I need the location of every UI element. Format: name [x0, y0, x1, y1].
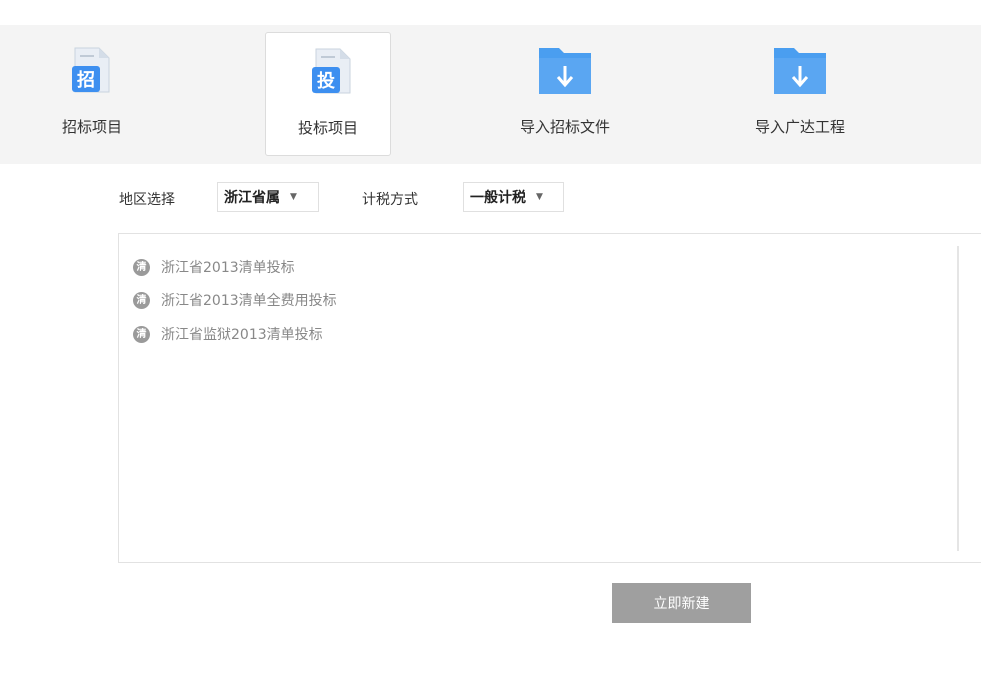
list-item-label: 浙江省2013清单投标 [161, 260, 295, 276]
list-scrollbar[interactable] [957, 246, 959, 551]
tool-import-guangda-project[interactable]: 导入广达工程 [740, 32, 860, 156]
list-item-label: 浙江省监狱2013清单投标 [161, 327, 323, 343]
folder-import-icon [774, 46, 826, 94]
folder-import-icon [539, 46, 591, 94]
create-now-button[interactable]: 立即新建 [612, 583, 751, 623]
filter-bar: 地区选择 浙江省属 ▼ 计税方式 一般计税 ▼ [0, 180, 981, 214]
qing-badge-icon: 清 [133, 325, 150, 343]
tool-bid-invitation-project[interactable]: 招 招标项目 [48, 32, 136, 156]
tool-label: 投标项目 [297, 119, 358, 137]
tax-method-value: 一般计税 [470, 190, 526, 206]
template-list: 清 浙江省2013清单投标 清 浙江省2013清单全费用投标 清 浙江省监狱20… [118, 233, 981, 563]
tool-label: 导入广达工程 [754, 118, 845, 136]
tou-glyph: 投 [317, 70, 335, 92]
chevron-down-icon: ▼ [290, 192, 297, 202]
list-item[interactable]: 清 浙江省2013清单投标 [133, 256, 295, 278]
list-item-label: 浙江省2013清单全费用投标 [161, 293, 337, 309]
qing-badge-icon: 清 [133, 291, 150, 309]
list-item[interactable]: 清 浙江省2013清单全费用投标 [133, 289, 337, 311]
region-value: 浙江省属 [224, 190, 280, 206]
top-toolbar: 招 招标项目 投 投标项目 导入招标文件 导入广达工程 [0, 25, 981, 164]
list-item[interactable]: 清 浙江省监狱2013清单投标 [133, 323, 323, 345]
tax-method-label: 计税方式 [362, 192, 418, 208]
zhao-glyph: 招 [77, 69, 95, 91]
tool-label: 招标项目 [61, 118, 122, 136]
zhao-document-icon: 招 [66, 46, 118, 94]
tool-bid-project[interactable]: 投 投标项目 [265, 32, 391, 156]
chevron-down-icon: ▼ [536, 192, 543, 202]
tou-document-icon: 投 [302, 47, 354, 95]
tool-label: 导入招标文件 [519, 118, 610, 136]
tool-import-bid-file[interactable]: 导入招标文件 [505, 32, 625, 156]
region-select[interactable]: 浙江省属 ▼ [217, 182, 319, 212]
tax-method-select[interactable]: 一般计税 ▼ [463, 182, 564, 212]
qing-badge-icon: 清 [133, 258, 150, 276]
region-label: 地区选择 [119, 192, 175, 208]
